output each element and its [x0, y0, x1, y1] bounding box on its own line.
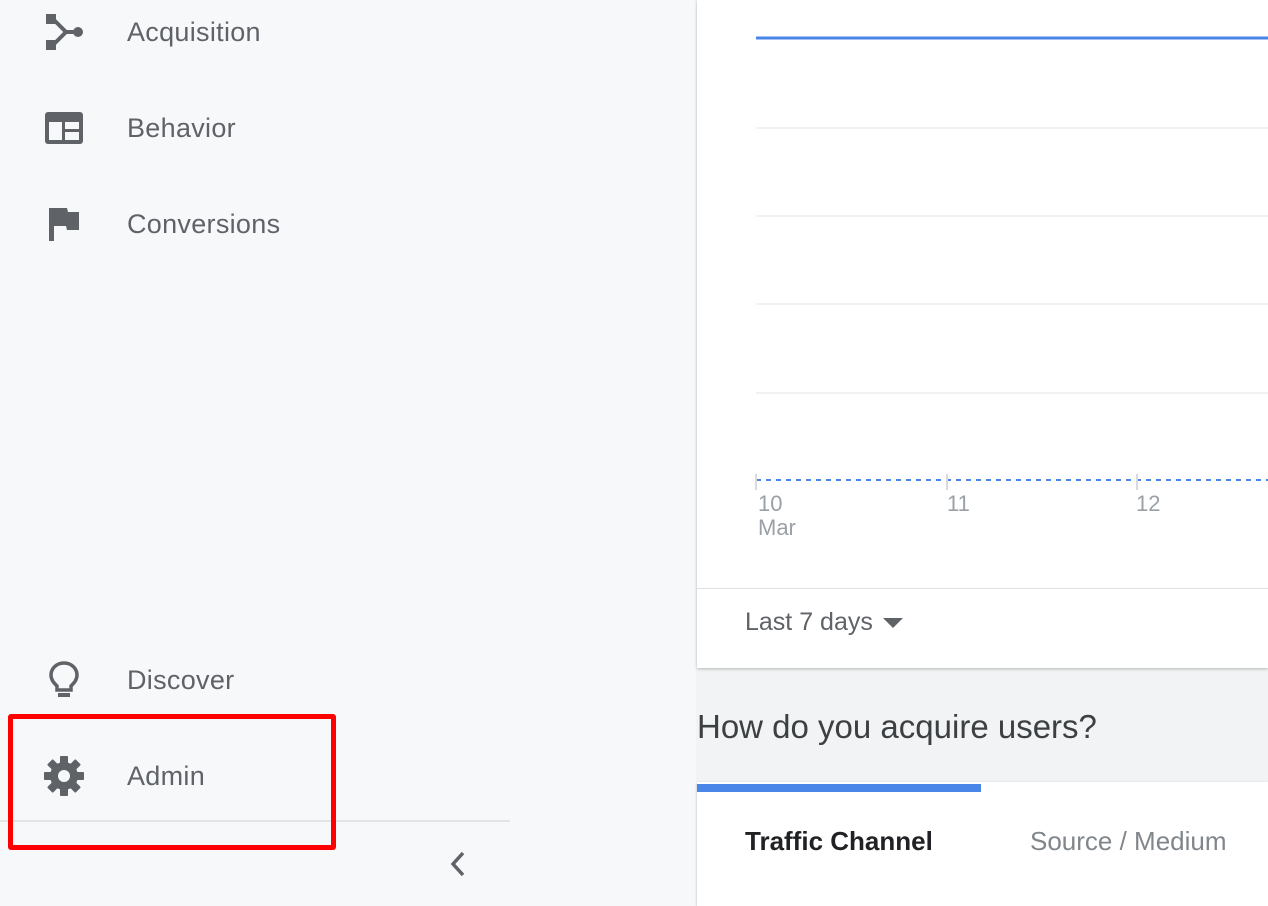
- lightbulb-icon: [40, 656, 88, 704]
- sidebar-item-label: Discover: [127, 664, 235, 695]
- date-range-label: Last 7 days: [745, 608, 873, 636]
- behavior-icon: [40, 104, 88, 152]
- sidebar-item-label: Behavior: [127, 112, 236, 143]
- sidebar-item-behavior[interactable]: Behavior: [0, 96, 510, 160]
- chevron-left-icon: [448, 850, 468, 883]
- sidebar-item-discover[interactable]: Discover: [0, 648, 510, 712]
- sidebar: Acquisition Behavior Conversions Discove…: [0, 0, 510, 906]
- x-tick-month-label: Mar: [758, 515, 796, 540]
- x-tick-label: 11: [947, 491, 970, 516]
- sidebar-item-admin[interactable]: Admin: [0, 744, 510, 808]
- acquisition-icon: [40, 8, 88, 56]
- sidebar-item-conversions[interactable]: Conversions: [0, 192, 510, 256]
- x-tick-label: 10: [758, 491, 783, 516]
- overview-chart-card: 10 Mar 11 12 Last 7 days: [697, 0, 1268, 668]
- collapse-sidebar-button[interactable]: [436, 844, 480, 888]
- tab-source-medium[interactable]: Source / Medium: [1030, 826, 1227, 857]
- date-range-dropdown[interactable]: Last 7 days: [745, 608, 903, 637]
- content-background: [510, 0, 696, 906]
- gear-icon: [40, 752, 88, 800]
- section-title: How do you acquire users?: [697, 708, 1097, 745]
- sidebar-item-label: Acquisition: [127, 16, 261, 47]
- card-divider: [697, 588, 1268, 589]
- active-tab-indicator: [697, 784, 981, 792]
- x-tick-label: 12: [1136, 491, 1161, 516]
- sidebar-item-acquisition[interactable]: Acquisition: [0, 0, 510, 64]
- sidebar-divider: [0, 820, 510, 822]
- caret-down-icon: [882, 617, 903, 628]
- sidebar-item-label: Admin: [127, 760, 206, 791]
- flag-icon: [40, 200, 88, 248]
- sidebar-item-label: Conversions: [127, 208, 281, 239]
- tab-traffic-channel[interactable]: Traffic Channel: [745, 826, 933, 857]
- acquisition-tabs-card: Traffic Channel Source / Medium: [697, 782, 1268, 906]
- users-line-chart: [755, 36, 1268, 490]
